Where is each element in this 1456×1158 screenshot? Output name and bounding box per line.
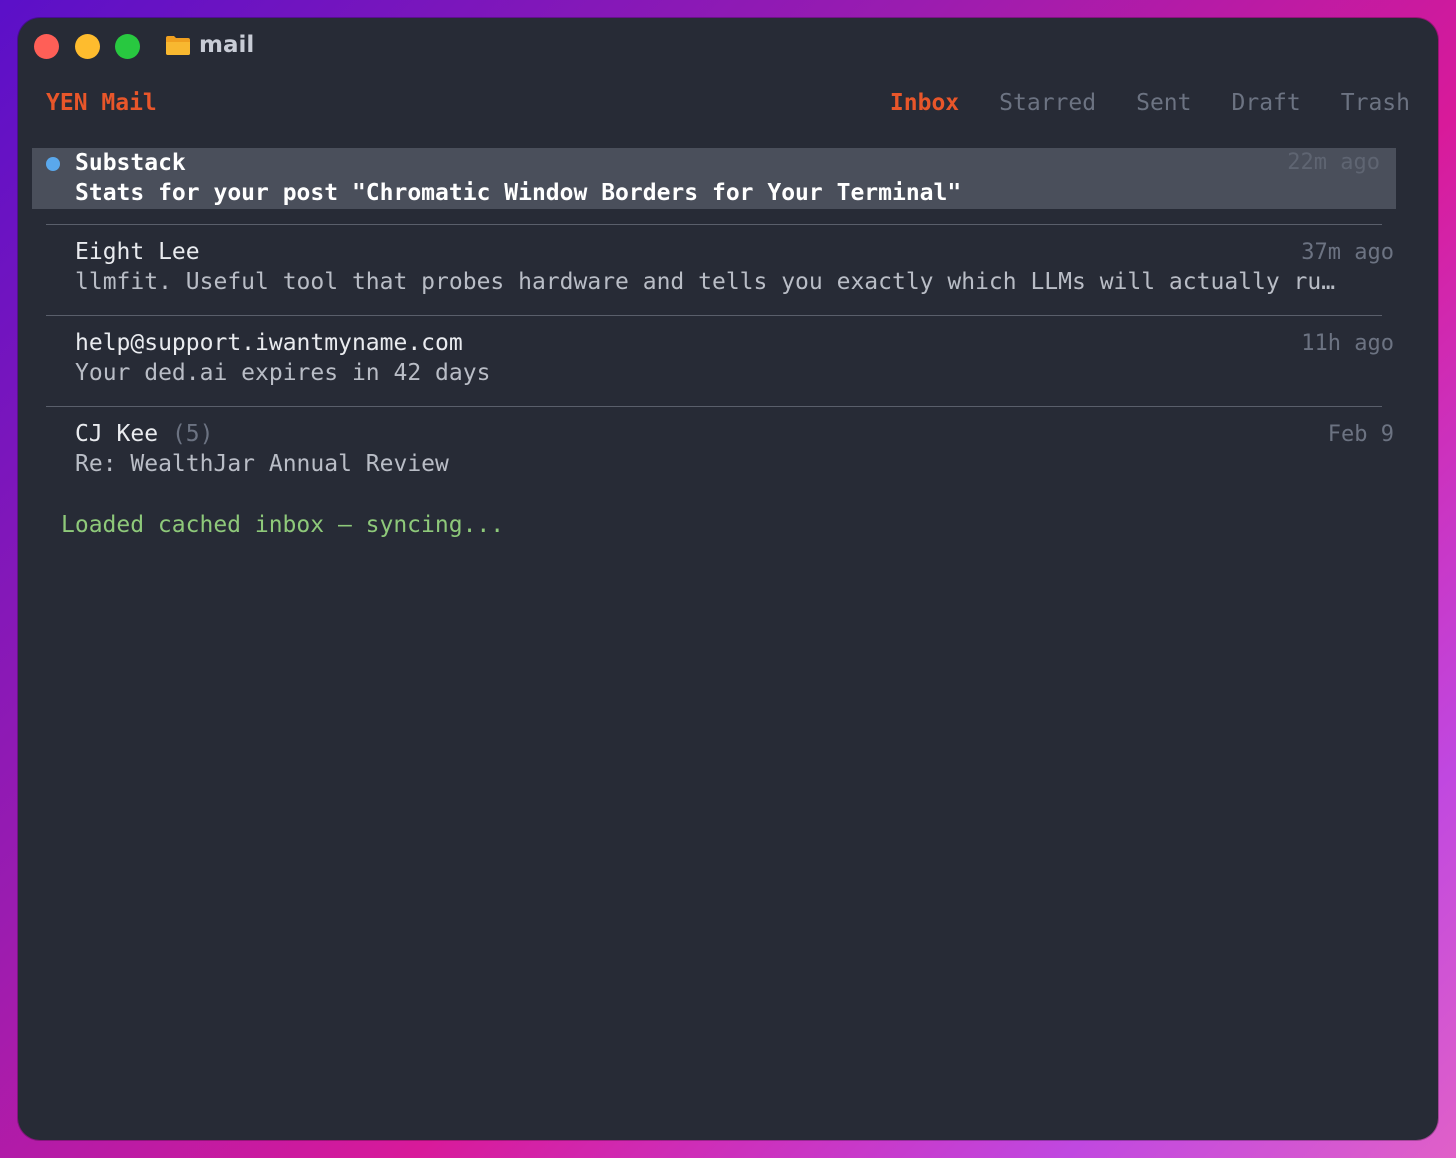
email-subject: llmfit. Useful tool that probes hardware… [75,269,1336,295]
email-subject: Re: WealthJar Annual Review [75,451,449,477]
email-subject: Stats for your post "Chromatic Window Bo… [75,180,962,206]
folder-icon [166,36,190,55]
minimize-button[interactable] [75,34,100,59]
email-list: Substack Stats for your post "Chromatic … [32,148,1396,497]
status-message: Loaded cached inbox — syncing... [61,512,505,538]
row-gap [32,209,1396,224]
email-row[interactable]: help@support.iwantmyname.com Your ded.ai… [32,316,1396,406]
title-bar: mail [18,18,1438,76]
email-sender: Eight Lee [75,239,200,265]
mailbox-tabs: Inbox Starred Sent Draft Trash [890,90,1410,116]
email-time: 22m ago [1287,150,1380,175]
email-sender: help@support.iwantmyname.com [75,330,463,356]
email-sender: CJ Kee (5) [75,421,214,447]
email-row-selected[interactable]: Substack Stats for your post "Chromatic … [32,148,1396,209]
email-row[interactable]: CJ Kee (5) Re: WealthJar Annual Review F… [32,407,1396,497]
tab-draft[interactable]: Draft [1232,90,1301,116]
tab-inbox[interactable]: Inbox [890,90,959,116]
close-button[interactable] [34,34,59,59]
tab-starred[interactable]: Starred [999,90,1096,116]
email-subject: Your ded.ai expires in 42 days [75,360,491,386]
email-time: 37m ago [1301,240,1394,265]
email-sender: Substack [75,150,186,176]
app-brand: YEN Mail [46,90,157,116]
email-row[interactable]: Eight Lee llmfit. Useful tool that probe… [32,225,1396,315]
thread-count: (5) [171,421,214,447]
window-title: mail [199,32,255,58]
tab-trash[interactable]: Trash [1341,90,1410,116]
email-time: Feb 9 [1327,422,1394,447]
mail-window: mail YEN Mail Inbox Starred Sent Draft T… [18,18,1438,1140]
sender-name: CJ Kee [75,421,159,447]
email-time: 11h ago [1301,331,1394,356]
tab-sent[interactable]: Sent [1136,90,1191,116]
zoom-button[interactable] [115,34,140,59]
unread-dot-icon [46,157,60,171]
